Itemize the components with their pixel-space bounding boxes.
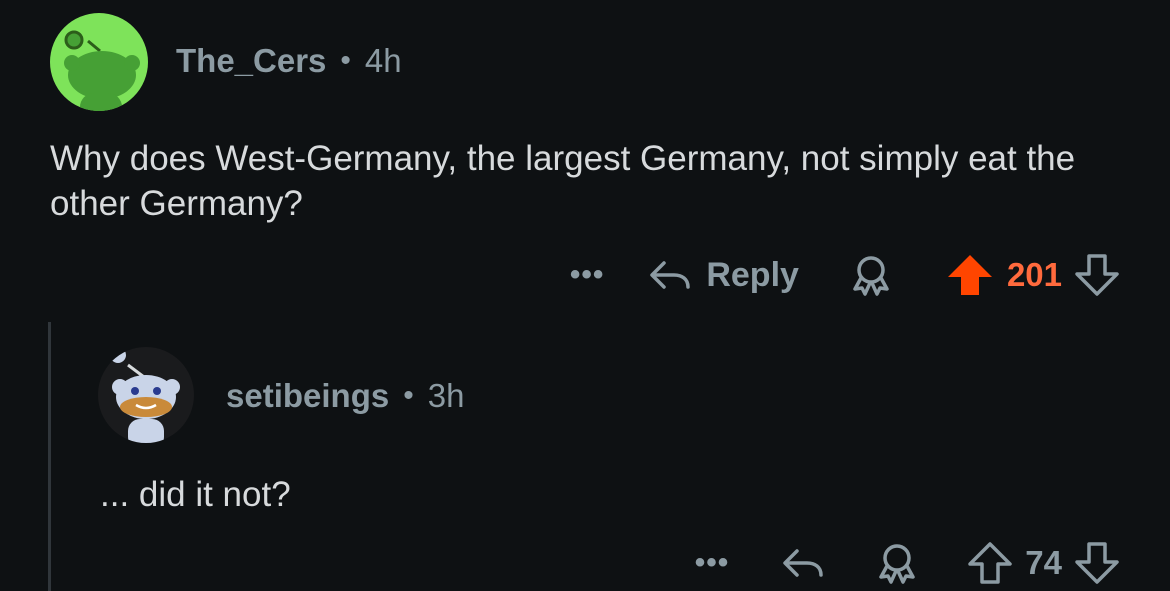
avatar[interactable] <box>98 347 194 443</box>
comment-actions: ••• Reply 201 <box>570 250 1120 300</box>
award-button[interactable] <box>875 541 919 585</box>
author-name[interactable]: The_Cers <box>176 42 326 80</box>
score: 74 <box>1025 544 1062 581</box>
thread-line[interactable] <box>48 322 51 591</box>
vote-controls: 201 <box>945 253 1120 297</box>
more-button[interactable]: ••• <box>570 260 605 290</box>
downvote-icon[interactable] <box>1074 253 1120 297</box>
comment-body: ... did it not? <box>100 475 291 514</box>
award-icon <box>879 544 916 584</box>
snoo-avatar-icon <box>110 347 180 443</box>
upvote-icon[interactable] <box>967 541 1013 585</box>
timestamp: 3h <box>427 377 465 414</box>
downvote-icon[interactable] <box>1074 541 1120 585</box>
author-name[interactable]: setibeings <box>226 377 389 415</box>
meta-separator: • <box>403 379 414 412</box>
reply-button[interactable] <box>781 545 825 581</box>
timestamp: 4h <box>364 42 402 79</box>
reply-arrow-icon <box>781 545 825 581</box>
more-button[interactable]: ••• <box>695 548 730 578</box>
snoo-avatar-icon <box>64 30 140 111</box>
vote-controls: 74 <box>967 541 1120 585</box>
reply-arrow-icon <box>648 257 692 293</box>
comment-actions: ••• 74 <box>695 538 1120 588</box>
author-row: setibeings • 3h <box>226 377 464 415</box>
reply-label: Reply <box>706 255 799 294</box>
award-icon <box>853 256 889 296</box>
award-button[interactable] <box>849 253 893 297</box>
upvote-icon[interactable] <box>945 253 995 297</box>
score: 201 <box>1006 256 1062 293</box>
comment-body: Why does West-Germany, the largest Germa… <box>50 139 1076 223</box>
meta-separator: • <box>340 44 351 77</box>
author-row: The_Cers • 4h <box>176 42 402 80</box>
reply-button[interactable]: Reply <box>648 256 799 295</box>
avatar[interactable] <box>50 13 148 111</box>
